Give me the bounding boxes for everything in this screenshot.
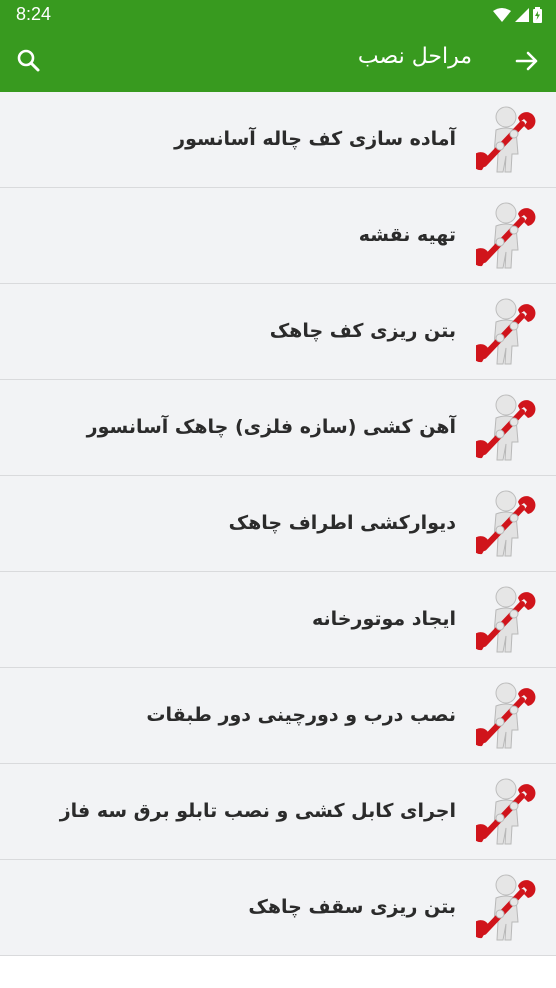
search-button[interactable]: [14, 46, 44, 76]
status-time: 8:24: [16, 4, 52, 24]
list-item[interactable]: آهن کشی (سازه فلزی) چاهک آسانسور: [0, 380, 556, 476]
list-item-label: نصب درب و دورچینی دور طبقات: [146, 704, 456, 726]
worker-wrench-icon: [476, 776, 538, 848]
worker-wrench-icon: [476, 584, 538, 656]
list-item[interactable]: اجرای کابل کشی و نصب تابلو برق سه فاز: [0, 764, 556, 860]
list-item[interactable]: ایجاد موتورخانه: [0, 572, 556, 668]
list-item[interactable]: دیوارکشی اطراف چاهک: [0, 476, 556, 572]
signal-icon: [515, 8, 529, 22]
worker-wrench-icon: [476, 200, 538, 272]
list-item-label: بتن ریزی سقف چاهک: [248, 896, 456, 918]
worker-wrench-icon: [476, 392, 538, 464]
list-item[interactable]: بتن ریزی کف چاهک: [0, 284, 556, 380]
status-icons: [493, 7, 542, 23]
list-item[interactable]: تهیه نقشه: [0, 188, 556, 284]
list-item-label: دیوارکشی اطراف چاهک: [228, 512, 456, 534]
worker-wrench-icon: [476, 680, 538, 752]
list-item-label: آماده سازی کف چاله آسانسور: [174, 128, 456, 150]
app-bar: مراحل نصب: [0, 30, 556, 92]
wifi-icon: [493, 8, 511, 22]
search-icon: [17, 49, 40, 72]
list-item-label: اجرای کابل کشی و نصب تابلو برق سه فاز: [59, 800, 456, 822]
battery-icon: [533, 7, 542, 23]
back-button[interactable]: [512, 46, 542, 76]
list-item[interactable]: بتن ریزی سقف چاهک: [0, 860, 556, 956]
list-item-label: تهیه نقشه: [358, 224, 456, 246]
arrow-forward-icon: [515, 51, 538, 71]
worker-wrench-icon: [476, 872, 538, 944]
worker-wrench-icon: [476, 488, 538, 560]
status-bar: 8:24: [0, 0, 556, 30]
list-item[interactable]: نصب درب و دورچینی دور طبقات: [0, 668, 556, 764]
list-item-label: ایجاد موتورخانه: [312, 608, 456, 630]
page-title: مراحل نصب: [357, 44, 472, 69]
list-item-label: آهن کشی (سازه فلزی) چاهک آسانسور: [86, 416, 456, 438]
worker-wrench-icon: [476, 104, 538, 176]
list-item-label: بتن ریزی کف چاهک: [269, 320, 456, 342]
steps-list: آماده سازی کف چاله آسانسور تهیه نقشه بتن…: [0, 92, 556, 956]
list-item[interactable]: آماده سازی کف چاله آسانسور: [0, 92, 556, 188]
worker-wrench-icon: [476, 296, 538, 368]
